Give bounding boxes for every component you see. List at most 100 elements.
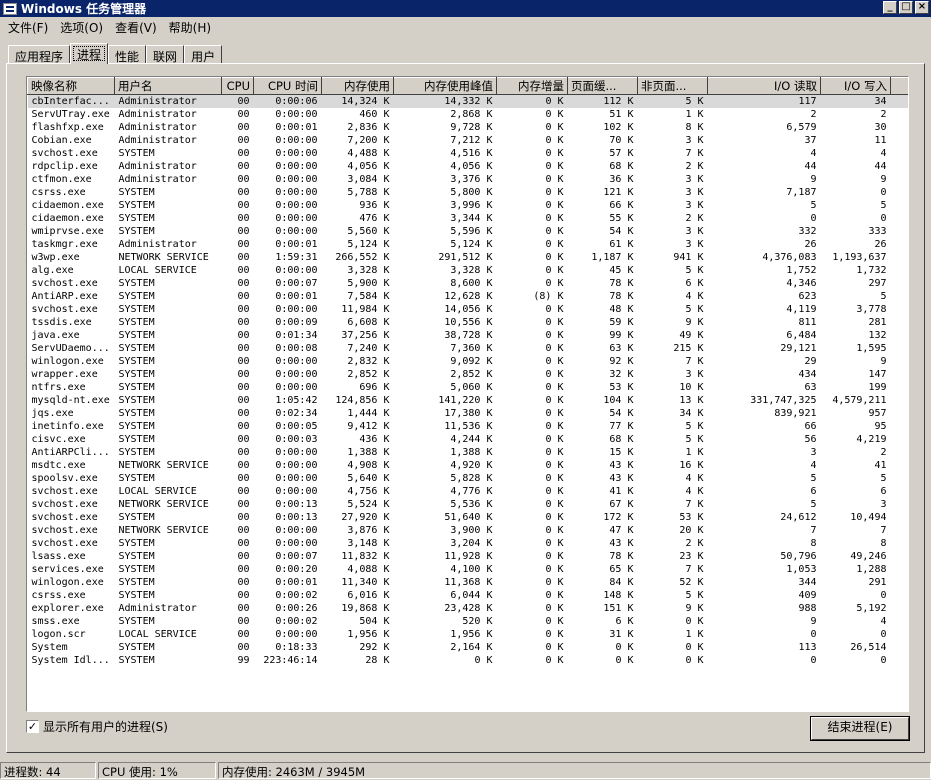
cell-mem-usage: 2,852 K (347, 369, 390, 380)
cell-paged-pool: 51 K (609, 109, 634, 120)
cell-user-name: SYSTEM (118, 187, 155, 198)
process-row[interactable]: svchost.exe SYSTEM 00 0:00:00 4,488 K 4,516 K… (28, 147, 909, 160)
process-row[interactable]: jqs.exe SYSTEM 00 0:02:34 1,444 K 17,380 K 0 K… (28, 407, 909, 420)
process-row[interactable]: inetinfo.exe SYSTEM 00 0:00:05 9,412 K 11,536… (28, 420, 909, 433)
process-row[interactable]: msdtc.exe NETWORK SERVICE 00 0:00:00 4,908 K… (28, 459, 909, 472)
cell-filler (891, 550, 909, 563)
process-row[interactable]: ctfmon.exe Administrator 00 0:00:00 3,084 K 3… (28, 173, 909, 186)
cell-cpu-time: 0:00:00 (275, 525, 318, 536)
process-row[interactable]: winlogon.exe SYSTEM 00 0:00:01 11,340 K 11,36… (28, 576, 909, 589)
process-row[interactable]: svchost.exe SYSTEM 00 0:00:00 11,984 K 14,056… (28, 303, 909, 316)
column-header-image-name[interactable]: 映像名称 (27, 77, 115, 95)
process-row[interactable]: cbInterfac... Administrator 00 0:00:06 14,32… (27, 94, 908, 108)
column-header-mem-usage[interactable]: 内存使用 (321, 77, 394, 95)
tab-processes[interactable]: 进程 (70, 43, 109, 64)
cell-image-name: cisvc.exe (31, 434, 86, 445)
process-row[interactable]: AntiARP.exe SYSTEM 00 0:00:01 7,584 K 12,628 … (28, 290, 909, 303)
process-row[interactable]: spoolsv.exe SYSTEM 00 0:00:00 5,640 K 5,828 K… (28, 472, 909, 485)
process-row[interactable]: csrss.exe SYSTEM 00 0:00:00 5,788 K 5,800 K 0 … (28, 186, 909, 199)
cell-user-name: SYSTEM (118, 226, 155, 237)
column-header-mem-delta[interactable]: 内存增量 (496, 77, 568, 95)
tab-performance[interactable]: 性能 (108, 45, 147, 64)
process-list[interactable]: 映像名称 用户名 CPU CPU 时间 内存使用 内存使用峰值 内存增量 页面缓… (26, 76, 909, 712)
minimize-button[interactable]: _ (883, 1, 897, 14)
cell-image-name: flashfxp.exe (31, 122, 104, 133)
column-header-io-writes[interactable]: I/O 写入 (820, 77, 891, 95)
cell-mem-usage: 2,832 K (347, 356, 390, 367)
process-row[interactable]: alg.exe LOCAL SERVICE 00 0:00:00 3,328 K 3,32… (28, 264, 909, 277)
show-all-users-checkbox[interactable]: ✓ (26, 720, 39, 733)
process-row[interactable]: svchost.exe SYSTEM 00 0:00:07 5,900 K 8,600 K… (28, 277, 909, 290)
cell-io-reads: 6 (810, 486, 817, 497)
menu-view[interactable]: 查看(V) (111, 19, 165, 36)
cell-mem-usage: 14,324 K (321, 94, 394, 108)
cell-filler (891, 225, 909, 238)
maximize-button[interactable]: □ (899, 1, 913, 14)
process-row[interactable]: flashfxp.exe Administrator 00 0:00:01 2,836 … (28, 121, 909, 134)
tab-users[interactable]: 用户 (184, 45, 223, 64)
process-row[interactable]: svchost.exe SYSTEM 00 0:00:00 3,148 K 3,204 K… (28, 537, 909, 550)
cell-cpu-time: 0:00:00 (275, 369, 318, 380)
process-row[interactable]: w3wp.exe NETWORK SERVICE 00 1:59:31 266,552 … (28, 251, 909, 264)
process-row[interactable]: explorer.exe Administrator 00 0:00:26 19,868… (28, 602, 909, 615)
process-row[interactable]: svchost.exe NETWORK SERVICE 00 0:00:00 3,876… (28, 524, 909, 537)
cell-io-writes: 132 (868, 330, 887, 341)
cell-io-writes: 3,778 (856, 304, 887, 315)
cell-cpu-time: 0:00:00 (275, 460, 318, 471)
cell-io-writes: 9 (880, 356, 887, 367)
process-row[interactable]: java.exe SYSTEM 00 0:01:34 37,256 K 38,728 K 0… (28, 329, 909, 342)
process-row[interactable]: lsass.exe SYSTEM 00 0:00:07 11,832 K 11,928 K… (28, 550, 909, 563)
process-row[interactable]: rdpclip.exe Administrator 00 0:00:00 4,056 K… (28, 160, 909, 173)
process-row[interactable]: svchost.exe SYSTEM 00 0:00:13 27,920 K 51,640… (28, 511, 909, 524)
tab-applications[interactable]: 应用程序 (8, 45, 71, 64)
show-all-users-option[interactable]: ✓ 显示所有用户的进程(S) (26, 718, 168, 735)
process-row[interactable]: svchost.exe LOCAL SERVICE 00 0:00:00 4,756 K… (28, 485, 909, 498)
process-row[interactable]: csrss.exe SYSTEM 00 0:00:02 6,016 K 6,044 K 0 … (28, 589, 909, 602)
process-row[interactable]: ServUTray.exe Administrator 00 0:00:00 460 K… (28, 108, 909, 121)
cell-io-reads: 331,747,325 (750, 395, 817, 406)
process-row[interactable]: ntfrs.exe SYSTEM 00 0:00:00 696 K 5,060 K 0 K 5… (28, 381, 909, 394)
cell-io-reads: 409 (798, 590, 817, 601)
process-row[interactable]: taskmgr.exe Administrator 00 0:00:01 5,124 K… (28, 238, 909, 251)
process-row[interactable]: cidaemon.exe SYSTEM 00 0:00:00 476 K 3,344 K0… (28, 212, 909, 225)
process-row[interactable]: smss.exe SYSTEM 00 0:00:02 504 K 520 K 0 K 6 K 0… (28, 615, 909, 628)
close-button[interactable]: × (915, 1, 929, 14)
column-header-user-name[interactable]: 用户名 (114, 77, 222, 95)
column-header-cpu[interactable]: CPU (221, 77, 254, 95)
cell-image-name: svchost.exe (31, 525, 98, 536)
column-header-nonpaged-pool[interactable]: 非页面... (637, 77, 708, 95)
process-row[interactable]: System SYSTEM 00 0:18:33 292 K 2,164 K 0 K 0 K 0… (28, 641, 909, 654)
column-header-paged-pool[interactable]: 页面缓... (567, 77, 638, 95)
tab-networking[interactable]: 联网 (146, 45, 185, 64)
process-row[interactable]: logon.scr LOCAL SERVICE 00 0:00:00 1,956 K 1,… (28, 628, 909, 641)
menu-options[interactable]: 选项(O) (56, 19, 111, 36)
process-row[interactable]: System Idl... SYSTEM 99 223:46:14 28 K 0 K 0 K… (28, 654, 909, 667)
menu-help[interactable]: 帮助(H) (165, 19, 219, 36)
menu-file[interactable]: 文件(F) (4, 19, 56, 36)
cell-peak-mem-usage: 4,516 K (450, 148, 493, 159)
cell-cpu: 00 (237, 382, 250, 393)
column-header-io-reads[interactable]: I/O 读取 (707, 77, 821, 95)
cell-filler (891, 654, 909, 667)
process-row[interactable]: winlogon.exe SYSTEM 00 0:00:00 2,832 K 9,092 … (28, 355, 909, 368)
process-row[interactable]: tssdis.exe SYSTEM 00 0:00:09 6,608 K 10,556 K… (28, 316, 909, 329)
cell-nonpaged-pool: 5 K (685, 590, 704, 601)
process-row[interactable]: wrapper.exe SYSTEM 00 0:00:00 2,852 K 2,852 K… (28, 368, 909, 381)
cell-image-name: spoolsv.exe (31, 473, 98, 484)
cell-user-name: NETWORK SERVICE (118, 252, 209, 263)
cell-user-name: LOCAL SERVICE (118, 486, 197, 497)
process-row[interactable]: cisvc.exe SYSTEM 00 0:00:03 436 K 4,244 K 0 K 6… (28, 433, 909, 446)
column-header-cpu-time[interactable]: CPU 时间 (253, 77, 322, 95)
process-row[interactable]: ServUDaemo... SYSTEM 00 0:00:08 7,240 K 7,360… (28, 342, 909, 355)
cell-mem-usage: 4,488 K (347, 148, 390, 159)
column-header-peak-mem-usage[interactable]: 内存使用峰值 (393, 77, 497, 95)
process-row[interactable]: wmiprvse.exe SYSTEM 00 0:00:00 5,560 K 5,596 … (28, 225, 909, 238)
process-row[interactable]: AntiARPCli... SYSTEM 00 0:00:00 1,388 K 1,388… (28, 446, 909, 459)
end-process-button[interactable]: 结束进程(E) (810, 716, 910, 741)
process-row[interactable]: services.exe SYSTEM 00 0:00:20 4,088 K 4,100 … (28, 563, 909, 576)
process-row[interactable]: cidaemon.exe SYSTEM 00 0:00:00 936 K 3,996 K 0… (28, 199, 909, 212)
process-row[interactable]: Cobian.exe Administrator 00 0:00:00 7,200 K 7… (28, 134, 909, 147)
process-row[interactable]: svchost.exe NETWORK SERVICE 00 0:00:13 5,524… (28, 498, 909, 511)
process-row[interactable]: mysqld-nt.exe SYSTEM 00 1:05:42 124,856 K 141… (28, 394, 909, 407)
cell-image-name: System Idl... (31, 655, 110, 666)
